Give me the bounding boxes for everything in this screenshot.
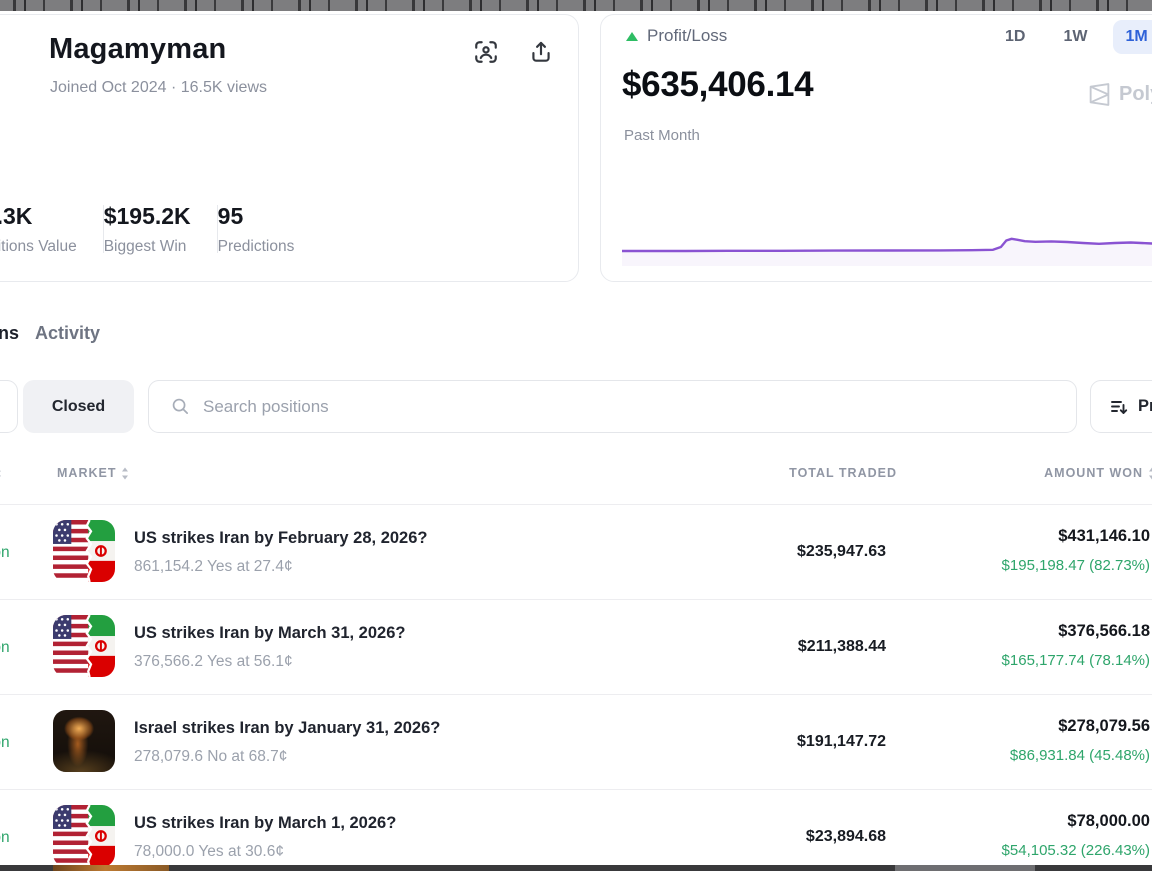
total-traded-value: $191,147.72 bbox=[797, 733, 886, 751]
pnl-value: $635,406.14 bbox=[622, 65, 813, 105]
sort-carets-icon bbox=[121, 467, 129, 480]
sort-button[interactable]: Profit bbox=[1090, 380, 1152, 433]
profile-name: Magamyman bbox=[49, 33, 226, 66]
profit-value: $195,198.47 (82.73%) bbox=[1002, 557, 1150, 574]
polymarket-logo-icon bbox=[1087, 82, 1112, 107]
pnl-card: Profit/Loss 1D 1W 1M $635,406.14 Past Mo… bbox=[600, 14, 1152, 282]
explosion-image bbox=[53, 710, 115, 772]
positions-table: Won bbox=[0, 504, 1152, 871]
market-image bbox=[53, 615, 115, 677]
table-row[interactable]: Won bbox=[0, 789, 1152, 871]
position-detail: 861,154.2 Yes at 27.4¢ bbox=[134, 558, 293, 576]
polymarket-watermark: Polymarket bbox=[1087, 82, 1152, 107]
profile-meta: Joined Oct 2024 · 16.5K views bbox=[50, 79, 267, 97]
table-row[interactable]: Won bbox=[0, 504, 1152, 599]
result-badge: Won bbox=[0, 544, 10, 562]
browser-chrome-top bbox=[0, 0, 1152, 11]
range-1w[interactable]: 1W bbox=[1051, 20, 1099, 54]
us-iran-flags-icon bbox=[53, 520, 115, 582]
sort-label: Profit bbox=[1138, 397, 1152, 416]
result-badge: Won bbox=[0, 639, 10, 657]
sort-carets-icon bbox=[1148, 467, 1152, 480]
profile-card: Magamyman Joined Oct 2024 · 16.5K views … bbox=[0, 14, 579, 282]
table-row[interactable]: Won bbox=[0, 694, 1152, 789]
result-badge: Won bbox=[0, 829, 10, 847]
total-traded-value: $23,894.68 bbox=[806, 828, 886, 846]
amount-won-value: $376,566.18 bbox=[1058, 622, 1150, 641]
search-input[interactable] bbox=[203, 397, 1003, 417]
range-selector: 1D 1W 1M bbox=[993, 20, 1152, 54]
taskbar-edge bbox=[0, 865, 1152, 871]
taskbar-segment bbox=[895, 865, 1035, 871]
sort-carets-icon bbox=[0, 467, 2, 480]
header-amount-won[interactable]: AMOUNT WON bbox=[1044, 466, 1152, 480]
result-badge: Won bbox=[0, 734, 10, 752]
position-detail: 78,000.0 Yes at 30.6¢ bbox=[134, 843, 284, 861]
sort-descending-icon bbox=[1109, 397, 1129, 417]
total-traded-value: $235,947.63 bbox=[797, 543, 886, 561]
range-1m[interactable]: 1M bbox=[1113, 20, 1152, 54]
position-detail: 278,079.6 No at 68.7¢ bbox=[134, 748, 287, 766]
search-box bbox=[148, 380, 1077, 433]
amount-won-value: $278,079.56 bbox=[1058, 717, 1150, 736]
table-header: RESULT MARKET TOTAL TRADED AMOUNT WON bbox=[0, 466, 1152, 486]
stat-positions-value: $4.3K Positions Value bbox=[0, 203, 103, 256]
pnl-period: Past Month bbox=[624, 127, 700, 144]
tab-activity[interactable]: Activity bbox=[35, 323, 100, 344]
amount-won-value: $431,146.10 bbox=[1058, 527, 1150, 546]
amount-won-value: $78,000.00 bbox=[1067, 812, 1150, 831]
header-total-traded[interactable]: TOTAL TRADED bbox=[789, 466, 897, 480]
market-image bbox=[53, 710, 115, 772]
market-title: US strikes Iran by March 1, 2026? bbox=[134, 814, 396, 833]
screen: Magamyman Joined Oct 2024 · 16.5K views … bbox=[0, 0, 1152, 871]
stat-biggest-win: $195.2K Biggest Win bbox=[104, 203, 217, 256]
us-iran-flags-icon bbox=[53, 805, 115, 867]
profit-value: $54,105.32 (226.43%) bbox=[1002, 842, 1150, 859]
tab-positions[interactable]: Positions bbox=[0, 323, 19, 344]
market-image bbox=[53, 520, 115, 582]
market-title: Israel strikes Iran by January 31, 2026? bbox=[134, 719, 440, 738]
share-icon[interactable] bbox=[528, 39, 554, 65]
us-iran-flags-icon bbox=[53, 615, 115, 677]
header-result[interactable]: RESULT bbox=[0, 466, 2, 480]
profit-value: $165,177.74 (78.14%) bbox=[1002, 652, 1150, 669]
market-title: US strikes Iran by February 28, 2026? bbox=[134, 529, 427, 548]
profile-stats: $4.3K Positions Value $195.2K Biggest Wi… bbox=[0, 203, 320, 256]
pnl-label: Profit/Loss bbox=[647, 26, 727, 46]
taskbar-segment bbox=[53, 865, 169, 871]
header-market[interactable]: MARKET bbox=[57, 466, 129, 480]
pnl-line-chart bbox=[622, 166, 1152, 266]
market-title: US strikes Iran by March 31, 2026? bbox=[134, 624, 405, 643]
face-scan-icon[interactable] bbox=[473, 39, 499, 65]
filter-pill-closed[interactable]: Closed bbox=[23, 380, 134, 433]
total-traded-value: $211,388.44 bbox=[798, 638, 886, 656]
up-triangle-icon bbox=[626, 32, 638, 41]
range-1d[interactable]: 1D bbox=[993, 20, 1037, 54]
position-detail: 376,566.2 Yes at 56.1¢ bbox=[134, 653, 293, 671]
market-image bbox=[53, 805, 115, 867]
filter-pill-active[interactable]: Active bbox=[0, 380, 18, 433]
pnl-header: Profit/Loss bbox=[626, 26, 727, 46]
stat-predictions: 95 Predictions bbox=[218, 203, 321, 256]
profit-value: $86,931.84 (45.48%) bbox=[1010, 747, 1150, 764]
search-icon bbox=[171, 397, 190, 416]
table-row[interactable]: Won bbox=[0, 599, 1152, 694]
